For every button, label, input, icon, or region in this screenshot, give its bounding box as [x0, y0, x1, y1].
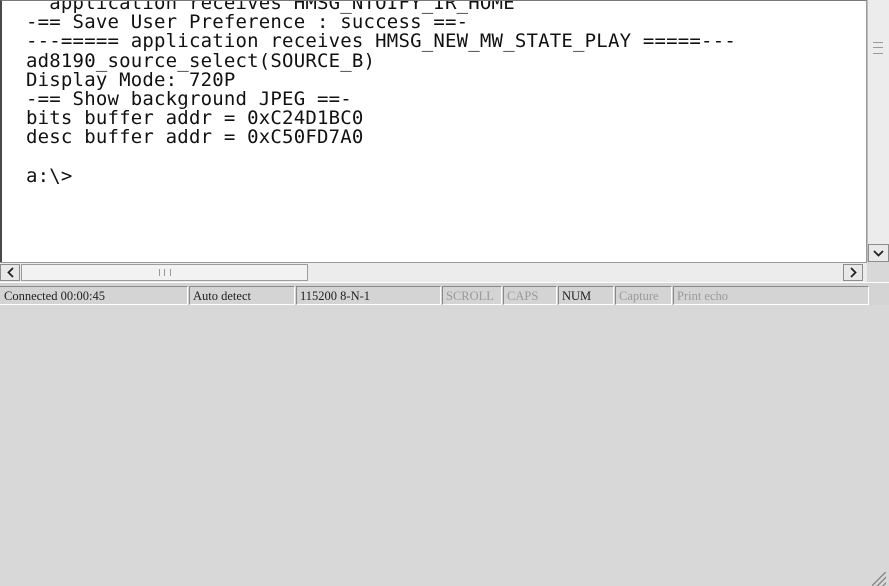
scroll-right-button[interactable]: [843, 264, 863, 281]
scroll-left-button[interactable]: [0, 264, 20, 281]
scrollbar-grip-icon: [873, 42, 883, 54]
port-settings-status: 115200 8-N-1: [296, 286, 441, 305]
status-bar: Connected 00:00:45 Auto detect 115200 8-…: [0, 282, 889, 586]
horizontal-scrollbar[interactable]: [0, 262, 867, 282]
terminal-line: ad8190_source_select(SOURCE_B): [26, 49, 376, 72]
connection-status: Connected 00:00:45: [0, 286, 188, 305]
terminal-window[interactable]: application receives HMSG_NTOIFY_IR_HOME…: [0, 0, 867, 262]
terminal-line: ---===== application receives HMSG_NEW_M…: [26, 30, 736, 53]
terminal-output[interactable]: application receives HMSG_NTOIFY_IR_HOME…: [26, 1, 736, 187]
left-arrow-icon: [6, 267, 14, 278]
right-arrow-icon: [849, 267, 857, 278]
num-lock-indicator: NUM: [558, 286, 614, 305]
scrollbar-grip-icon: [159, 269, 171, 276]
horizontal-scroll-thumb[interactable]: [21, 264, 308, 281]
resize-grip-icon[interactable]: [872, 572, 886, 586]
vertical-scrollbar[interactable]: [867, 0, 889, 262]
scroll-down-button[interactable]: [868, 244, 889, 262]
terminal-line: desc buffer addr = 0xC50FD7A0: [26, 126, 364, 149]
scrollbar-corner: [867, 262, 889, 282]
capture-indicator[interactable]: Capture: [615, 286, 672, 305]
caps-lock-indicator: CAPS: [503, 286, 557, 305]
terminal-prompt: a:\>: [26, 164, 73, 187]
print-echo-indicator[interactable]: Print echo: [673, 286, 869, 305]
down-arrow-icon: [873, 249, 884, 257]
scroll-lock-indicator: SCROLL: [442, 286, 502, 305]
detect-status: Auto detect: [189, 286, 295, 305]
